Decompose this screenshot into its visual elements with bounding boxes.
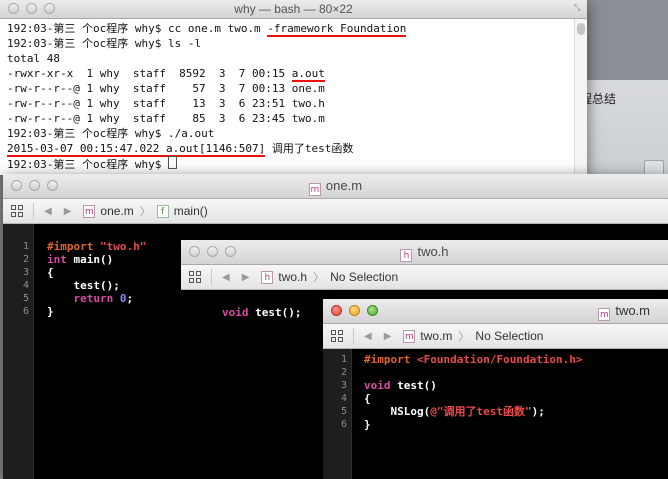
chevron-right-icon: 〉	[458, 331, 470, 343]
crumb-file[interactable]: two.m	[420, 329, 452, 343]
forward-arrow-icon[interactable]: ▶	[384, 331, 392, 342]
code-lines: #import <Foundation/Foundation.h> void t…	[364, 353, 583, 431]
terminal-line: -rw-r--r--@ 1 why staff 57 3 7 00:13 one…	[7, 82, 325, 95]
back-arrow-icon[interactable]: ◀	[44, 206, 52, 217]
jump-bar: ◀ ▶ m one.m 〉 f main()	[3, 199, 668, 224]
forward-arrow-icon[interactable]: ▶	[64, 206, 72, 217]
terminal-scrollbar[interactable]	[574, 19, 587, 175]
related-items-icon[interactable]	[11, 205, 23, 217]
crumb-selection[interactable]: No Selection	[475, 329, 543, 343]
terminal-line: total 48	[7, 52, 60, 65]
line-gutter: 1 2 3 4 5 6	[3, 224, 34, 479]
text-cursor	[167, 156, 177, 169]
two-m-titlebar[interactable]: m two.m	[323, 299, 668, 324]
two-h-titlebar[interactable]: h two.h	[181, 240, 668, 265]
window-title: why — bash — 80×22	[234, 2, 353, 16]
m-file-icon: m	[308, 183, 321, 196]
window-title: two.m	[615, 303, 650, 318]
line-gutter: 1	[181, 290, 211, 479]
function-icon: f	[156, 204, 169, 218]
code-editor[interactable]: 1 2 3 4 5 6 #import <Foundation/Foundati…	[323, 349, 668, 479]
crumb-file[interactable]: one.m	[100, 204, 133, 218]
m-file-icon: m	[403, 329, 416, 343]
forward-arrow-icon[interactable]: ▶	[242, 272, 250, 283]
window-title: one.m	[325, 178, 363, 193]
jump-bar: ◀ ▶ m two.m 〉 No Selection	[323, 324, 668, 349]
back-arrow-icon[interactable]: ◀	[222, 272, 230, 283]
window-title: two.h	[417, 244, 449, 259]
terminal-line: 192:03-第三 个oc程序 why$ ./a.out	[7, 127, 215, 140]
terminal-window: why — bash — 80×22 ⤡ 192:03-第三 个oc程序 why…	[0, 0, 587, 175]
editor-window-two-m: m two.m ◀ ▶ m two.m 〉 No Selection 1 2 3 …	[323, 299, 668, 479]
terminal-output[interactable]: 192:03-第三 个oc程序 why$ cc one.m two.m -fra…	[7, 21, 407, 172]
terminal-line: -rwxr-xr-x 1 why staff 8592 3 7 00:15 a.…	[7, 67, 325, 82]
terminal-line: 192:03-第三 个oc程序 why$ cc one.m two.m -fra…	[7, 22, 407, 37]
terminal-titlebar[interactable]: why — bash — 80×22 ⤡	[0, 0, 587, 19]
m-file-icon: m	[598, 308, 611, 321]
terminal-line: 192:03-第三 个oc程序 why$ ls -l	[7, 37, 202, 50]
terminal-line: -rw-r--r--@ 1 why staff 13 3 6 23:51 two…	[7, 97, 325, 110]
crumb-function[interactable]: main()	[174, 204, 208, 218]
jump-bar: ◀ ▶ h two.h 〉 No Selection	[181, 265, 668, 290]
crumb-file[interactable]: two.h	[278, 270, 307, 284]
terminal-line: 2015-03-07 00:15:47.022 a.out[1146:507] …	[7, 142, 354, 157]
terminal-line: -rw-r--r--@ 1 why staff 85 3 6 23:45 two…	[7, 112, 325, 125]
terminal-line: 192:03-第三 个oc程序 why$	[7, 156, 406, 172]
line-gutter: 1 2 3 4 5 6	[323, 349, 352, 479]
related-items-icon[interactable]	[331, 330, 343, 342]
chevron-right-icon: 〉	[139, 206, 151, 218]
code-lines: void test();	[222, 306, 302, 319]
back-arrow-icon[interactable]: ◀	[364, 331, 372, 342]
h-file-icon: h	[400, 249, 413, 262]
code-lines: #import "two.h" int main() { test(); ret…	[47, 240, 147, 318]
m-file-icon: m	[83, 204, 96, 218]
related-items-icon[interactable]	[189, 271, 201, 283]
one-m-titlebar[interactable]: m one.m	[3, 174, 668, 199]
chevron-right-icon: 〉	[313, 272, 325, 284]
resize-icon[interactable]: ⤡	[574, 3, 584, 13]
crumb-selection[interactable]: No Selection	[330, 270, 398, 284]
h-file-icon: h	[261, 270, 274, 284]
